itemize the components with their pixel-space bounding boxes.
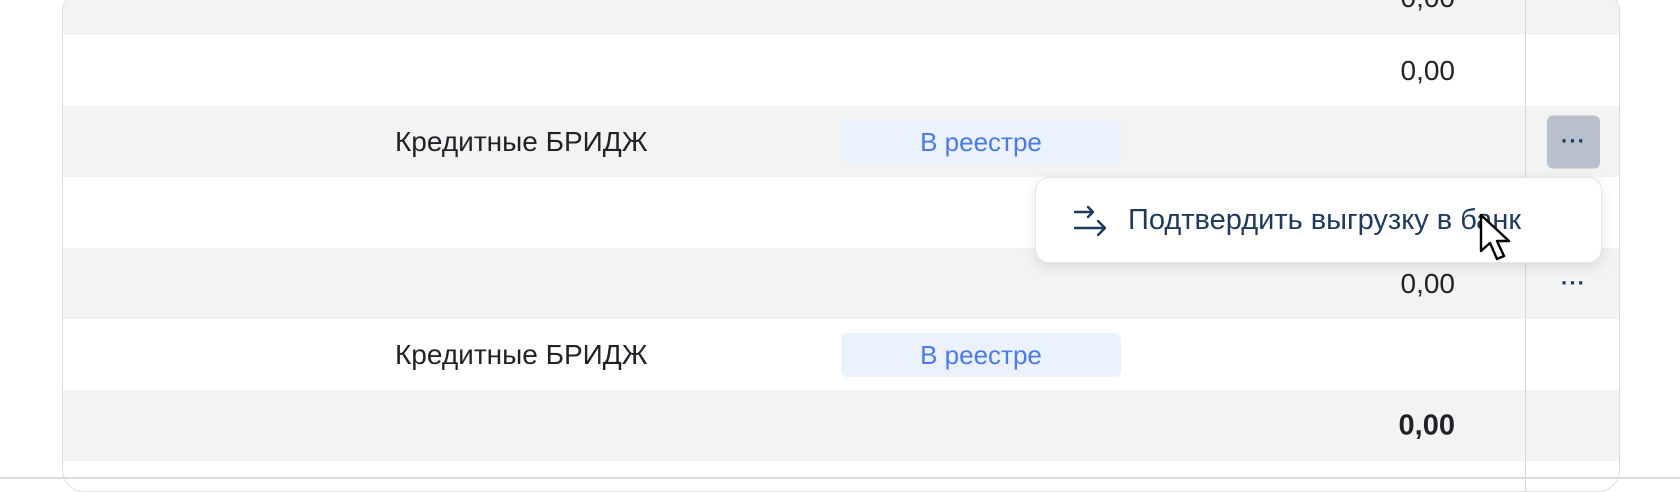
ellipsis-icon: ··· [1561, 270, 1586, 296]
row-actions-button[interactable]: ··· [1547, 257, 1600, 310]
context-menu: Подтвердить выгрузку в банк [1035, 177, 1602, 263]
table-row[interactable]: Кредитные БРИДЖ В реестре [63, 319, 1619, 390]
account-name-cell: Кредитные БРИДЖ [395, 125, 648, 157]
account-name-cell: Кредитные БРИДЖ [395, 338, 648, 370]
status-badge: В реестре [841, 119, 1121, 164]
table-row[interactable]: 0,00 [63, 0, 1619, 35]
mouse-cursor-icon [1479, 213, 1511, 261]
table-total-row: 0,00 [63, 390, 1619, 461]
ellipsis-icon: ··· [1561, 128, 1586, 154]
confirm-export-menu-item[interactable]: Подтвердить выгрузку в банк [1128, 204, 1521, 237]
row-actions-button[interactable]: ··· [1547, 115, 1600, 168]
status-badge: В реестре [841, 332, 1121, 377]
amount-cell: 0,00 [1400, 267, 1456, 299]
table-row[interactable]: Кредитные БРИДЖ В реестре ··· [63, 106, 1619, 177]
amount-cell: 0,00 [1400, 54, 1456, 86]
table-row[interactable]: 0,00 [63, 35, 1619, 106]
total-amount-cell: 0,00 [1398, 409, 1455, 441]
export-arrow-icon [1073, 205, 1107, 237]
amount-cell: 0,00 [1401, 0, 1456, 14]
